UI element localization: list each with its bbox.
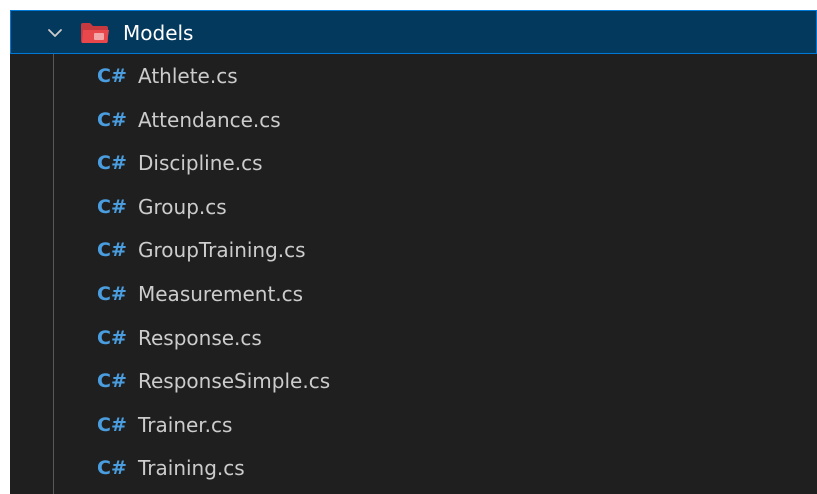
file-label: Trainer.cs	[138, 412, 233, 437]
file-item-group-training[interactable]: C# GroupTraining.cs	[10, 228, 817, 272]
csharp-file-icon: C#	[97, 152, 127, 175]
file-label: Training.cs	[138, 456, 245, 481]
file-label: Response.cs	[138, 325, 262, 350]
file-item-measurement[interactable]: C# Measurement.cs	[10, 272, 817, 316]
file-item-training[interactable]: C# Training.cs	[10, 446, 817, 490]
csharp-file-icon: C#	[97, 326, 127, 349]
folder-label: Models	[123, 21, 194, 45]
file-item-trainer[interactable]: C# Trainer.cs	[10, 403, 817, 447]
file-label: Group.cs	[138, 194, 227, 219]
csharp-file-icon: C#	[97, 65, 127, 87]
csharp-file-icon: C#	[97, 195, 127, 218]
csharp-file-icon: C#	[97, 239, 127, 262]
file-label: Measurement.cs	[138, 281, 304, 306]
file-label: GroupTraining.cs	[138, 238, 306, 263]
file-label: Athlete.cs	[138, 64, 238, 88]
file-label: Attendance.cs	[138, 107, 281, 132]
file-label: ResponseSimple.cs	[138, 369, 331, 394]
chevron-down-icon[interactable]	[45, 23, 65, 43]
file-item-group[interactable]: C# Group.cs	[10, 185, 817, 229]
csharp-file-icon: C#	[97, 370, 127, 393]
file-item-athlete[interactable]: C# Athlete.cs	[10, 54, 817, 98]
file-item-attendance[interactable]: C# Attendance.cs	[10, 98, 817, 142]
csharp-file-icon: C#	[97, 413, 127, 436]
file-item-response[interactable]: C# Response.cs	[10, 316, 817, 360]
folder-row-models[interactable]: Models	[10, 10, 817, 54]
csharp-file-icon: C#	[97, 282, 127, 305]
file-explorer-tree: Models C# Athlete.cs C# Attendance.cs C#…	[10, 10, 817, 494]
file-label: Discipline.cs	[138, 151, 263, 176]
csharp-file-icon: C#	[97, 108, 127, 131]
file-item-discipline[interactable]: C# Discipline.cs	[10, 141, 817, 185]
folder-open-icon	[81, 23, 109, 43]
csharp-file-icon: C#	[97, 457, 127, 480]
file-item-response-simple[interactable]: C# ResponseSimple.cs	[10, 359, 817, 403]
file-list: C# Athlete.cs C# Attendance.cs C# Discip…	[10, 54, 817, 490]
